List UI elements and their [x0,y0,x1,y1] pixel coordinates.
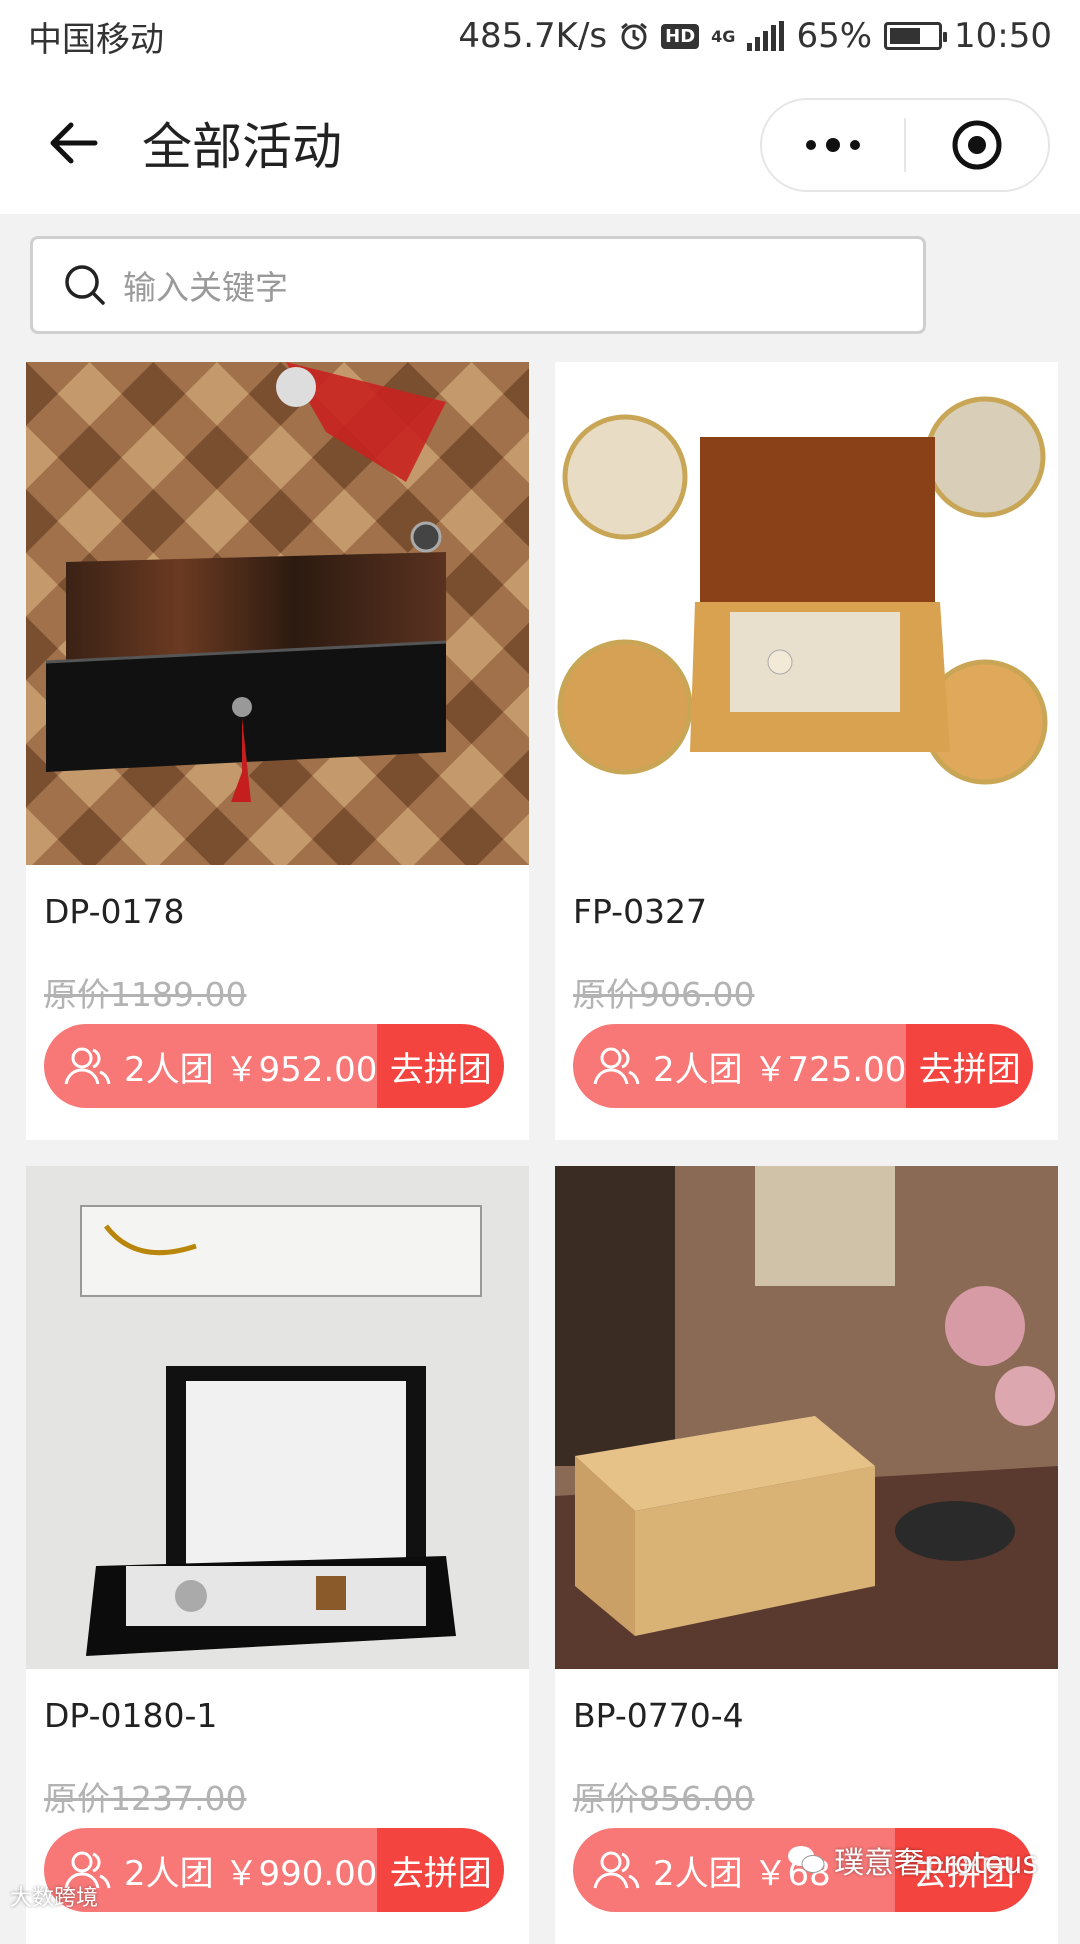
more-dots-icon [803,137,863,153]
corner-watermark: 大数跨境 [10,1880,98,1912]
join-group-button[interactable]: 去拼团 [377,1828,504,1912]
group-price-label: 2人团 ￥990.00 [124,1846,377,1895]
nav-bar: 全部活动 [0,72,1080,214]
target-circle-icon [950,118,1004,172]
group-price-label: 2人团 ￥952.00 [124,1042,377,1091]
watermark-text: 璞意奢proteus [834,1838,1038,1882]
product-code: FP-0327 [573,892,707,931]
mini-program-capsule [760,98,1050,192]
arrow-left-icon [49,121,99,165]
product-code: DP-0180-1 [44,1696,217,1735]
product-image[interactable] [26,362,529,865]
product-code: BP-0770-4 [573,1696,744,1735]
group-people-icon [62,1044,114,1088]
battery-fill [890,28,920,44]
status-bar: 中国移动 485.7K/s HD 4G 65% 10:50 [0,0,1080,72]
battery-icon [884,22,942,50]
battery-percent: 65% [796,16,872,56]
product-card[interactable]: BP-0770-4 原价856.00 2人团 ￥68 去拼团 [555,1166,1058,1944]
product-card[interactable]: FP-0327 原价906.00 2人团 ￥725.00 去拼团 [555,362,1058,1140]
network-type: 4G [711,27,735,46]
product-code: DP-0178 [44,892,184,931]
original-price: 原价906.00 [573,968,754,1016]
product-card[interactable]: DP-0180-1 原价1237.00 2人团 ￥990.00 去拼团 [26,1166,529,1944]
group-people-icon [591,1044,643,1088]
group-buy-button[interactable]: 2人团 ￥990.00 去拼团 [44,1828,504,1912]
search-input[interactable]: 输入关键字 [123,261,288,309]
product-image[interactable] [555,362,1058,865]
hd-icon: HD [661,24,699,49]
original-price: 原价856.00 [573,1772,754,1820]
product-image[interactable] [26,1166,529,1669]
join-group-button[interactable]: 去拼团 [377,1024,504,1108]
alarm-icon [619,21,649,51]
group-price-label: 2人团 ￥725.00 [653,1042,906,1091]
group-buy-button[interactable]: 2人团 ￥952.00 去拼团 [44,1024,504,1108]
product-image[interactable] [555,1166,1058,1669]
network-speed: 485.7K/s [458,16,607,56]
page-title: 全部活动 [142,107,342,179]
more-button[interactable] [762,100,904,190]
search-box[interactable]: 输入关键字 [30,236,926,334]
group-people-icon [591,1848,643,1892]
clock: 10:50 [954,16,1052,56]
join-group-button[interactable]: 去拼团 [906,1024,1033,1108]
wechat-icon [786,1843,826,1877]
close-button[interactable] [906,100,1048,190]
product-card[interactable]: DP-0178 原价1189.00 2人团 ￥952.00 去拼团 [26,362,529,1140]
status-indicators: 485.7K/s HD 4G 65% 10:50 [458,16,1052,56]
group-buy-button[interactable]: 2人团 ￥725.00 去拼团 [573,1024,1033,1108]
original-price: 原价1189.00 [44,968,246,1016]
carrier-label: 中国移动 [28,12,164,61]
group-price[interactable]: 2人团 ￥952.00 [44,1024,377,1108]
search-icon [63,263,107,307]
signal-icon [747,21,784,51]
original-price: 原价1237.00 [44,1772,246,1820]
group-price[interactable]: 2人团 ￥725.00 [573,1024,906,1108]
back-button[interactable] [44,113,104,173]
wechat-watermark: 璞意奢proteus [786,1838,1038,1882]
